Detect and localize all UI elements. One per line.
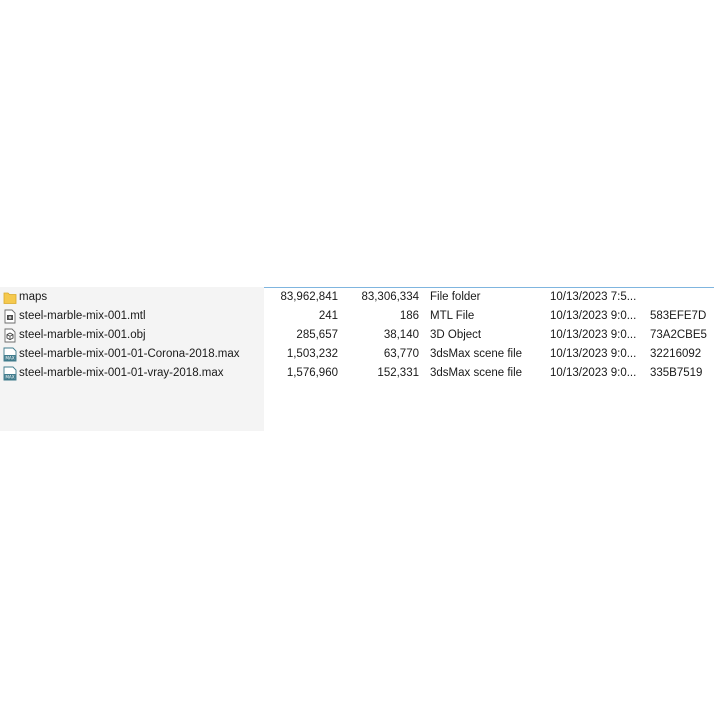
folder-icon	[3, 292, 17, 304]
file-crc: 583EFE7D	[650, 310, 707, 322]
max-file-icon: MAX	[3, 366, 17, 381]
file-modified: 10/13/2023 9:0...	[550, 348, 637, 360]
file-type: 3D Object	[430, 329, 482, 341]
file-crc: 335B7519	[650, 367, 703, 379]
file-type: File folder	[430, 291, 481, 303]
svg-text:MAX: MAX	[5, 355, 14, 360]
file-size: 285,657	[296, 329, 338, 341]
file-name: steel-marble-mix-001.mtl	[19, 310, 146, 322]
file-packed-size: 186	[399, 310, 419, 322]
file-packed-size: 63,770	[383, 348, 419, 360]
file-name: steel-marble-mix-001.obj	[19, 329, 146, 341]
file-packed-size: 83,306,334	[361, 291, 419, 303]
file-size: 1,576,960	[286, 367, 338, 379]
file-type: MTL File	[430, 310, 475, 322]
file-name: maps	[19, 291, 48, 303]
file-row-mtl[interactable]: steel-marble-mix-001.mtl 241 186 MTL Fil…	[0, 307, 720, 326]
file-row-maps[interactable]: maps 83,962,841 83,306,334 File folder 1…	[0, 288, 720, 307]
file-row-vray-max[interactable]: MAX steel-marble-mix-001-01-vray-2018.ma…	[0, 364, 720, 383]
file-size: 1,503,232	[286, 348, 338, 360]
file-name: steel-marble-mix-001-01-vray-2018.max	[19, 367, 224, 379]
file-size: 241	[318, 310, 338, 322]
file-modified: 10/13/2023 9:0...	[550, 367, 637, 379]
file-packed-size: 38,140	[383, 329, 419, 341]
file-modified: 10/13/2023 9:0...	[550, 329, 637, 341]
file-modified: 10/13/2023 7:5...	[550, 291, 637, 303]
file-crc: 73A2CBE5	[650, 329, 707, 341]
file-row-corona-max[interactable]: MAX steel-marble-mix-001-01-Corona-2018.…	[0, 345, 720, 364]
file-crc: 32216092	[650, 348, 702, 360]
file-size: 83,962,841	[280, 291, 338, 303]
file-type: 3dsMax scene file	[430, 367, 523, 379]
3d-object-icon	[4, 328, 16, 343]
file-list: maps 83,962,841 83,306,334 File folder 1…	[0, 288, 720, 383]
file-name: steel-marble-mix-001-01-Corona-2018.max	[19, 348, 240, 360]
mtl-file-icon	[4, 309, 16, 324]
file-modified: 10/13/2023 9:0...	[550, 310, 637, 322]
max-file-icon: MAX	[3, 347, 17, 362]
file-type: 3dsMax scene file	[430, 348, 523, 360]
svg-text:MAX: MAX	[5, 374, 14, 379]
file-packed-size: 152,331	[377, 367, 419, 379]
file-row-obj[interactable]: steel-marble-mix-001.obj 285,657 38,140 …	[0, 326, 720, 345]
